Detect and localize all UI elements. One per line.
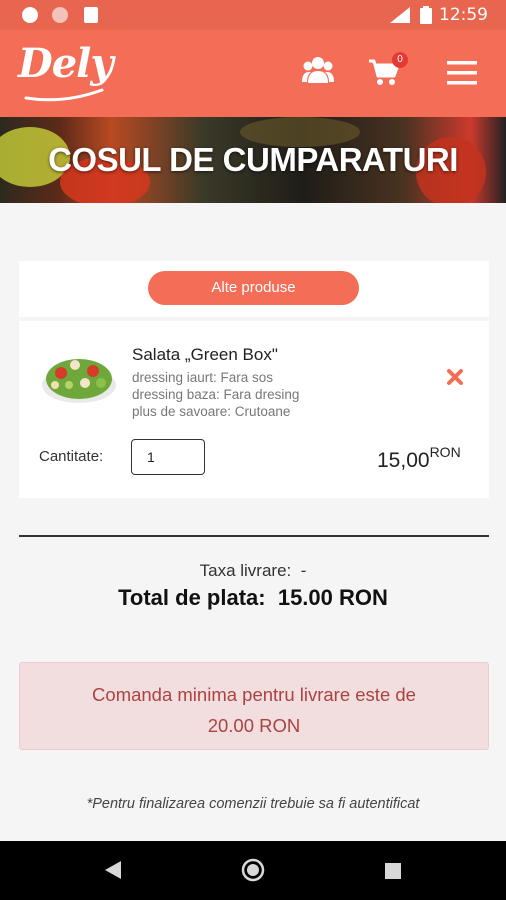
recents-icon[interactable]	[384, 862, 402, 880]
battery-icon	[420, 6, 432, 24]
auth-footnote: *Pentru finalizarea comenzii trebuie sa …	[86, 796, 420, 812]
notification-dot-icon	[52, 7, 68, 23]
product-name: Salata „Green Box"	[132, 345, 278, 364]
total-value: 15.00 RON	[277, 585, 388, 610]
item-price-currency: RON	[429, 444, 461, 460]
menu-icon[interactable]	[447, 61, 477, 85]
hero-banner: COSUL DE CUMPARATURI	[0, 117, 506, 203]
quantity-input[interactable]	[131, 439, 205, 475]
app-header: Dely 0	[0, 30, 506, 117]
status-bar: 12:59	[0, 0, 506, 30]
other-products-card: Alte produse	[19, 261, 489, 317]
delivery-fee: Taxa livrare: -	[0, 561, 506, 581]
system-nav-bar	[0, 841, 506, 900]
page-title: COSUL DE CUMPARATURI	[48, 141, 458, 178]
product-option: plus de savoare: Crutoane	[132, 404, 291, 419]
quantity-label: Cantitate:	[39, 448, 104, 465]
product-image	[42, 359, 116, 403]
notification-dot-icon	[22, 7, 38, 23]
users-icon[interactable]	[302, 55, 334, 85]
home-icon[interactable]	[241, 858, 265, 882]
sd-card-icon	[84, 7, 98, 23]
total-label: Total de plata:	[118, 585, 266, 610]
delivery-fee-label: Taxa livrare:	[199, 561, 292, 580]
order-total: Total de plata: 15.00 RON	[0, 585, 506, 611]
delivery-fee-value: -	[300, 561, 307, 580]
cart-count-badge: 0	[392, 52, 408, 68]
app-logo[interactable]: Dely	[18, 40, 114, 87]
cart-item: Salata „Green Box" dressing iaurt: Fara …	[19, 321, 489, 498]
back-icon[interactable]	[103, 859, 123, 881]
status-time: 12:59	[439, 5, 488, 25]
signal-icon	[390, 7, 410, 23]
divider	[19, 535, 489, 537]
alert-text-line1: Comanda minima pentru livrare este de	[92, 684, 416, 705]
minimum-order-alert: Comanda minima pentru livrare este de 20…	[19, 662, 489, 750]
item-price-value: 15,00	[377, 449, 430, 472]
product-option: dressing iaurt: Fara sos	[132, 370, 274, 385]
item-price: 15,00RON	[377, 444, 461, 473]
close-icon[interactable]	[446, 368, 464, 386]
other-products-button[interactable]: Alte produse	[148, 271, 359, 305]
logo-swoosh-icon	[24, 88, 104, 102]
product-option: dressing baza: Fara dresing	[132, 387, 300, 402]
alert-text-line2: 20.00 RON	[207, 715, 301, 736]
